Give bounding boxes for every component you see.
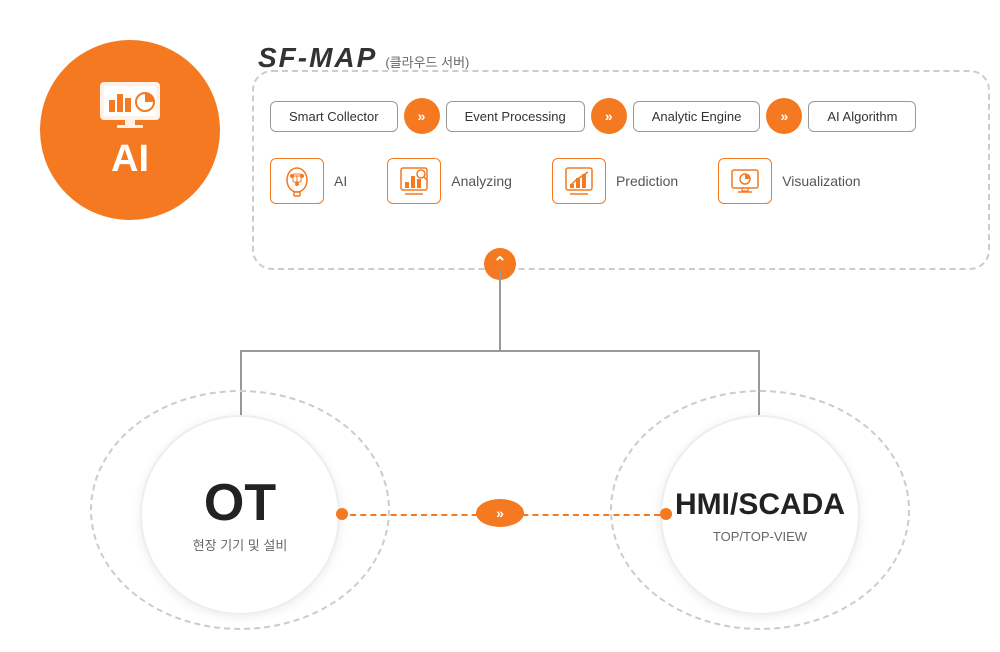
ot-hmi-arrow: » [476,499,524,527]
pipeline-analytic-engine[interactable]: Analytic Engine [633,101,761,132]
ot-sub-label: 현장 기기 및 설비 [193,535,288,554]
feature-prediction-label: Prediction [616,173,678,189]
analyzing-chart-icon [397,164,431,198]
pipeline-ai-algorithm[interactable]: AI Algorithm [808,101,916,132]
feature-ai-label: AI [334,173,347,189]
feature-ai: AI [270,158,347,204]
feature-prediction: Prediction [552,158,678,204]
ai-circle: AI [40,40,220,220]
hmi-circle: HMI/SCADA TOP/TOP-VIEW [660,415,860,615]
sfmap-subtitle: (클라우드 서버) [385,52,469,71]
ai-label: AI [111,138,149,181]
sfmap-title-area: SF-MAP (클라우드 서버) [258,42,469,74]
feature-visualization-label: Visualization [782,173,860,189]
pipeline-row: Smart Collector » Event Processing » Ana… [270,98,916,134]
prediction-icon-box [552,158,606,204]
ot-circle: OT 현장 기기 및 설비 [140,415,340,615]
prediction-chart-icon [562,164,596,198]
features-row: AI Analyzing [270,158,861,204]
hmi-sub-label: TOP/TOP-VIEW [713,529,807,544]
analyzing-icon-box [387,158,441,204]
feature-visualization: Visualization [718,158,860,204]
connector-horizontal-line [240,350,760,352]
ot-connector-dot-right [660,508,672,520]
sfmap-logo: SF-MAP [258,42,377,74]
ai-icon-box [270,158,324,204]
pipeline-arrow-2: » [591,98,627,134]
ot-main-label: OT [204,477,276,529]
pipeline-smart-collector[interactable]: Smart Collector [270,101,398,132]
feature-analyzing: Analyzing [387,158,512,204]
hmi-main-label: HMI/SCADA [675,487,845,523]
pipeline-arrow-1: » [404,98,440,134]
connector-vertical-line [499,270,501,350]
visualization-chart-icon [728,164,762,198]
visualization-icon-box [718,158,772,204]
pipeline-event-processing[interactable]: Event Processing [446,101,585,132]
feature-analyzing-label: Analyzing [451,173,512,189]
ai-brain-icon [280,164,314,198]
pipeline-arrow-3: » [766,98,802,134]
monitor-icon [95,80,165,130]
